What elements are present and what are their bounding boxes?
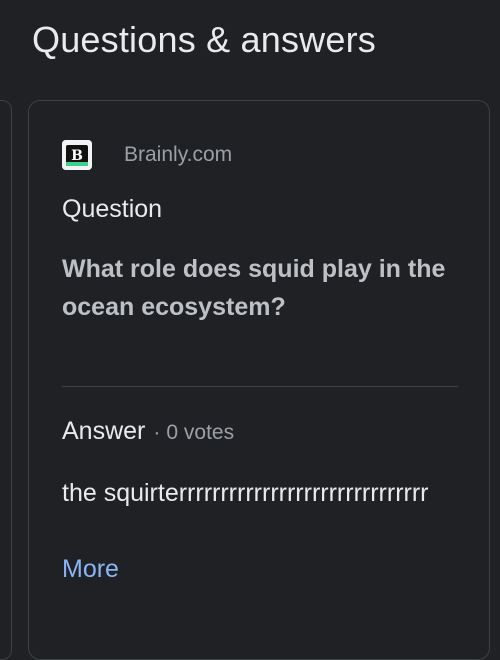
divider — [62, 386, 458, 387]
more-link[interactable]: More — [62, 552, 119, 586]
source-name[interactable]: Brainly.com — [124, 143, 232, 167]
brainly-logo-letter: B — [71, 148, 83, 164]
answer-text: the squirterrrrrrrrrrrrrrrrrrrrrrrrrrrrr… — [62, 479, 429, 507]
answer-label: Answer — [62, 417, 146, 445]
vote-count: 0 votes — [166, 421, 235, 444]
question-label: Question — [62, 195, 163, 223]
separator-dot: · — [153, 421, 161, 444]
answer-header: Answer · 0 votes — [62, 417, 234, 446]
previous-card-edge[interactable] — [0, 100, 12, 660]
question-text[interactable]: What role does squid play in the ocean e… — [62, 250, 472, 326]
section-title: Questions & answers — [32, 19, 376, 60]
source-row[interactable]: B Brainly.com — [62, 138, 232, 172]
brainly-logo-icon: B — [62, 140, 92, 170]
